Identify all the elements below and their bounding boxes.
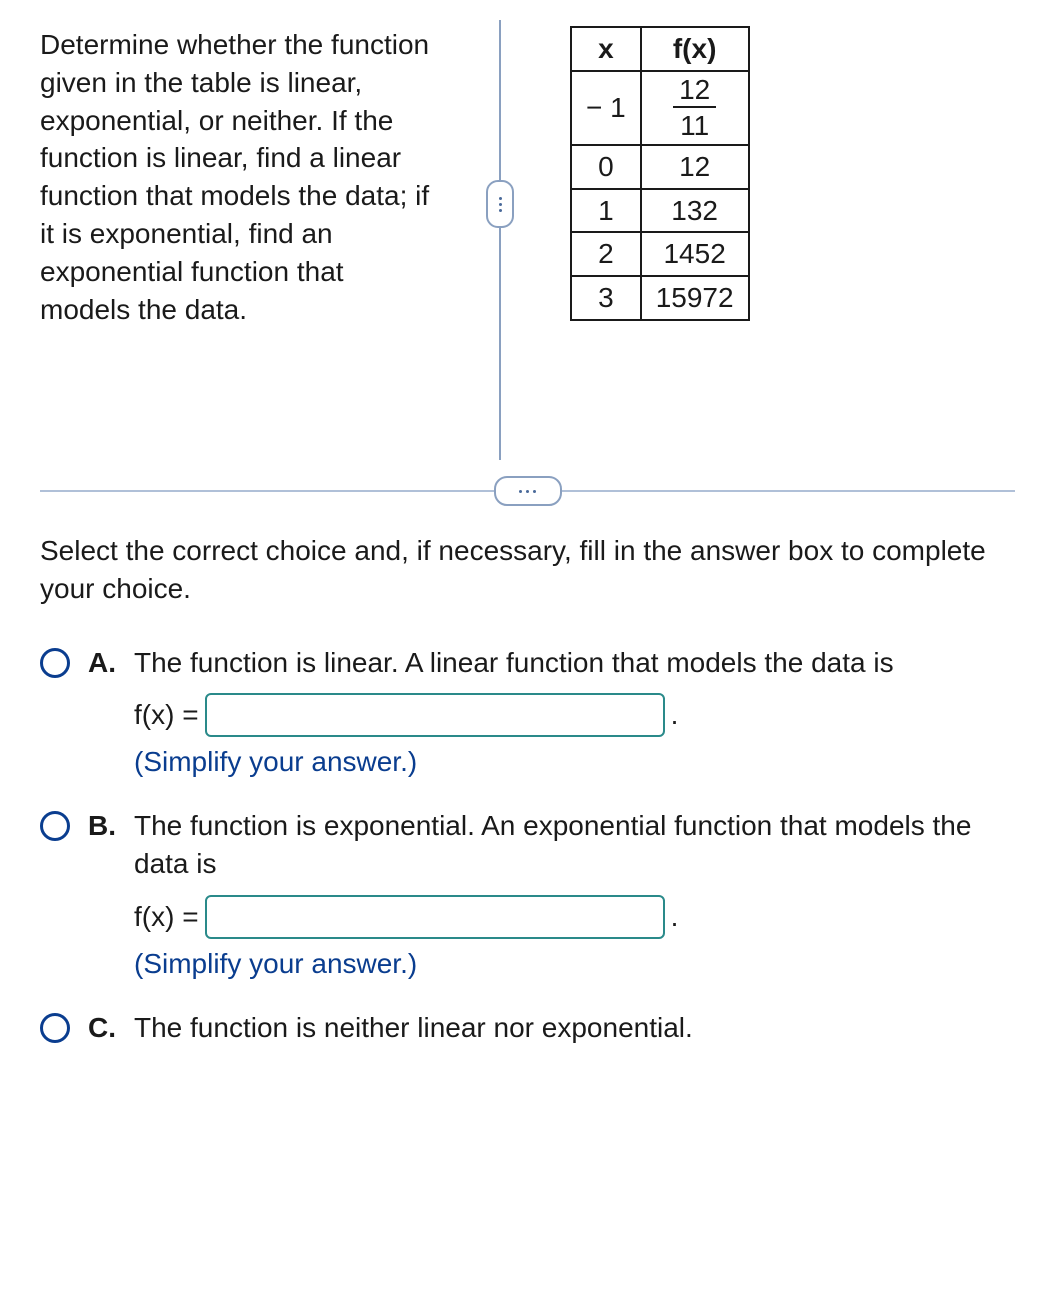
cell-x: − 1	[571, 71, 641, 145]
choice-letter: A.	[88, 644, 134, 682]
table-header-fx: f(x)	[641, 27, 749, 71]
answer-input-B[interactable]	[205, 895, 665, 939]
fraction-den: 11	[673, 106, 716, 142]
fx-label: f(x) =	[134, 898, 199, 936]
answer-line: f(x) = .	[134, 693, 1015, 737]
table-header-row: x f(x)	[571, 27, 749, 71]
cell-fx: 12	[641, 145, 749, 189]
vertical-divider	[440, 20, 560, 460]
radio-C[interactable]	[40, 1013, 70, 1043]
cell-fx: 132	[641, 189, 749, 233]
cell-fx: 15972	[641, 276, 749, 320]
choice-text: The function is linear. A linear functio…	[134, 644, 1015, 682]
question-prompt: Determine whether the function given in …	[40, 20, 440, 328]
fraction: 12 11	[673, 74, 716, 142]
choice-body: The function is linear. A linear functio…	[134, 644, 1015, 782]
choice-letter: C.	[88, 1009, 134, 1047]
answer-line: f(x) = .	[134, 895, 1015, 939]
simplify-hint: (Simplify your answer.)	[134, 945, 1015, 983]
period: .	[671, 696, 679, 734]
splitter-handle-horizontal[interactable]	[494, 476, 562, 506]
fraction-num: 12	[673, 74, 716, 106]
period: .	[671, 898, 679, 936]
cell-x: 3	[571, 276, 641, 320]
table-row: 3 15972	[571, 276, 749, 320]
table-header-x: x	[571, 27, 641, 71]
table-row: 0 12	[571, 145, 749, 189]
cell-x: 2	[571, 232, 641, 276]
top-area: Determine whether the function given in …	[40, 20, 1015, 460]
answer-input-A[interactable]	[205, 693, 665, 737]
table-row: 1 132	[571, 189, 749, 233]
page-root: Determine whether the function given in …	[0, 0, 1043, 1132]
data-table-wrap: x f(x) − 1 12 11 0 12	[560, 20, 1015, 321]
choice-B: B. The function is exponential. An expon…	[40, 807, 1015, 982]
table-row: 2 1452	[571, 232, 749, 276]
table-row: − 1 12 11	[571, 71, 749, 145]
simplify-hint: (Simplify your answer.)	[134, 743, 1015, 781]
splitter-handle-vertical[interactable]	[486, 180, 514, 228]
horizontal-divider	[40, 490, 1015, 492]
choice-body: The function is exponential. An exponent…	[134, 807, 1015, 982]
choice-C: C. The function is neither linear nor ex…	[40, 1009, 1015, 1047]
choice-body: The function is neither linear nor expon…	[134, 1009, 1015, 1047]
choice-letter: B.	[88, 807, 134, 845]
sub-prompt: Select the correct choice and, if necess…	[40, 532, 1015, 608]
data-table: x f(x) − 1 12 11 0 12	[570, 26, 750, 321]
cell-fx: 1452	[641, 232, 749, 276]
choice-A: A. The function is linear. A linear func…	[40, 644, 1015, 782]
choice-text: The function is neither linear nor expon…	[134, 1009, 1015, 1047]
cell-x: 0	[571, 145, 641, 189]
radio-A[interactable]	[40, 648, 70, 678]
cell-x: 1	[571, 189, 641, 233]
radio-B[interactable]	[40, 811, 70, 841]
choice-text: The function is exponential. An exponent…	[134, 807, 1015, 883]
cell-fx: 12 11	[641, 71, 749, 145]
fx-label: f(x) =	[134, 696, 199, 734]
